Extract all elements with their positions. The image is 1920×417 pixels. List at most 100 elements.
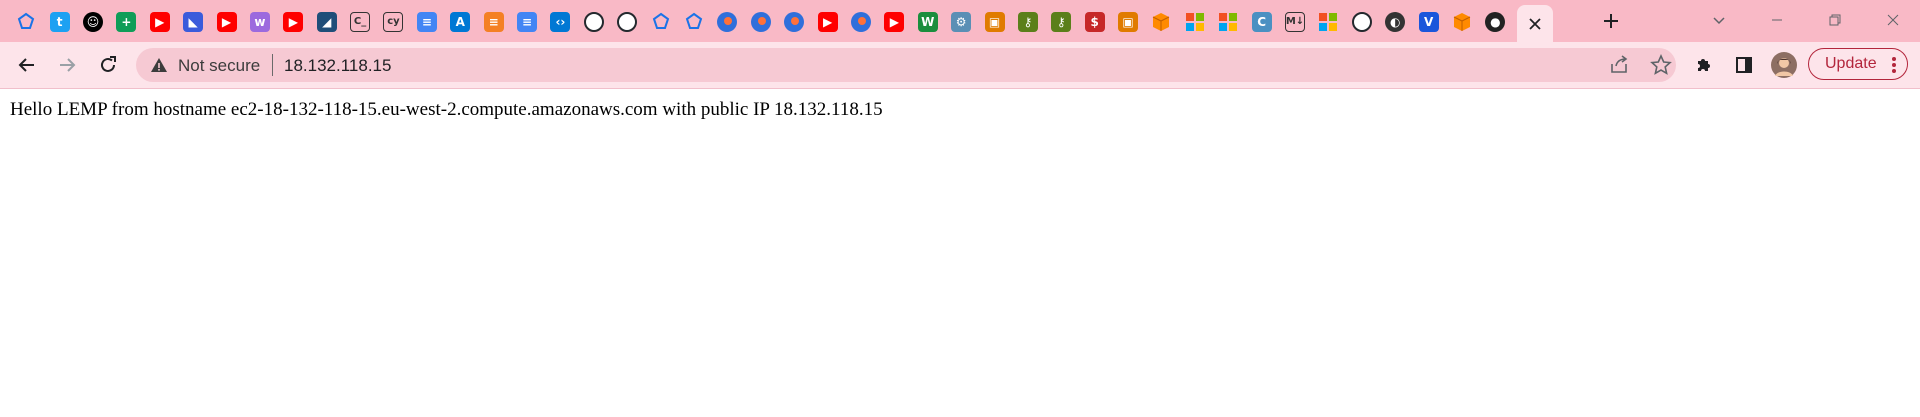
blue-chart-icon: ◣ <box>183 12 204 32</box>
puzzle-piece-icon <box>1698 59 1710 71</box>
browser-tab[interactable]: ▶ <box>277 6 309 38</box>
reload-button[interactable] <box>92 49 124 81</box>
browser-tab[interactable] <box>678 6 710 38</box>
browser-tab[interactable]: ⚙ <box>945 6 977 38</box>
active-tab[interactable] <box>1516 5 1553 43</box>
warning-triangle-icon[interactable] <box>150 56 168 74</box>
tab-search-button[interactable] <box>1690 0 1748 40</box>
browser-tab[interactable]: ▶ <box>144 6 176 38</box>
browser-tab[interactable]: ☺ <box>77 6 109 38</box>
browser-title-bar: t ☺ + ▶ ◣ ▶ w ▶ ◢ C_ cy ≡ A ≡ ≡ ‹› ▶ ▶ W ⚙ ▣ ⚷ ⚷ $ ▣ C M↓ ◐ V ● <box>0 0 1920 43</box>
security-status-label[interactable]: Not secure <box>178 56 260 76</box>
github-icon <box>583 12 604 32</box>
bookmark-star-icon[interactable] <box>1650 54 1672 76</box>
update-button[interactable]: Update <box>1808 48 1908 80</box>
browser-tab[interactable] <box>611 6 643 38</box>
browser-tab[interactable]: ◣ <box>177 6 209 38</box>
browser-tab[interactable]: A <box>444 6 476 38</box>
browser-tab[interactable]: ▶ <box>878 6 910 38</box>
browser-tab[interactable] <box>778 6 810 38</box>
browser-tab[interactable] <box>1346 6 1378 38</box>
browser-tab[interactable]: ≡ <box>511 6 543 38</box>
browser-tab[interactable]: ▣ <box>978 6 1010 38</box>
azure-a-icon: A <box>450 12 471 32</box>
firefox-blue-icon <box>784 12 805 32</box>
browser-tab[interactable]: ◐ <box>1379 6 1411 38</box>
forward-button[interactable] <box>51 49 83 81</box>
browser-tab[interactable]: ◢ <box>311 6 343 38</box>
purple-w-icon: w <box>249 12 270 32</box>
browser-tab[interactable]: ▣ <box>1112 6 1144 38</box>
browser-tab[interactable]: w <box>244 6 276 38</box>
browser-tab[interactable]: cy <box>377 6 409 38</box>
minimize-button[interactable] <box>1748 0 1806 40</box>
browser-tab[interactable] <box>1312 6 1344 38</box>
restore-button[interactable] <box>1806 0 1864 40</box>
microsoft-logo-icon <box>1218 12 1238 32</box>
browser-tab[interactable] <box>1446 6 1478 38</box>
browser-tab[interactable]: + <box>110 6 142 38</box>
new-tab-button[interactable] <box>1596 6 1626 36</box>
orange-squares-icon: ▣ <box>984 12 1005 32</box>
v-blue-icon: V <box>1418 12 1439 32</box>
more-menu-icon <box>1892 57 1896 73</box>
browser-tab[interactable] <box>578 6 610 38</box>
browser-tab[interactable]: ⚷ <box>1012 6 1044 38</box>
key-green-icon: ⚷ <box>1017 12 1038 32</box>
browser-tab[interactable]: t <box>43 6 75 38</box>
browser-tab[interactable]: $ <box>1079 6 1111 38</box>
restore-icon <box>1829 14 1841 26</box>
browser-tab[interactable] <box>644 6 676 38</box>
cy-icon: cy <box>383 12 404 32</box>
browser-tab[interactable] <box>1145 6 1177 38</box>
browser-tab[interactable] <box>1179 6 1211 38</box>
browser-tab[interactable]: ‹› <box>544 6 576 38</box>
browser-tab[interactable]: C <box>1245 6 1277 38</box>
firefox-blue-icon <box>850 12 871 32</box>
browser-tab[interactable]: ▶ <box>210 6 242 38</box>
extensions-button[interactable] <box>1688 49 1720 81</box>
browser-tab[interactable]: M↓ <box>1279 6 1311 38</box>
browser-tab[interactable] <box>1212 6 1244 38</box>
side-panel-button[interactable] <box>1728 49 1760 81</box>
github-icon <box>617 12 638 32</box>
browser-tab[interactable] <box>745 6 777 38</box>
browser-tab[interactable]: ≡ <box>411 6 443 38</box>
url-text[interactable]: 18.132.118.15 <box>284 56 391 76</box>
globe-gear-icon: ⚙ <box>951 12 972 32</box>
browser-tab[interactable] <box>711 6 743 38</box>
close-window-button[interactable] <box>1864 0 1920 40</box>
browser-tab[interactable]: C_ <box>344 6 376 38</box>
firefox-blue-icon <box>717 12 738 32</box>
browser-tab[interactable]: V <box>1412 6 1444 38</box>
share-icon[interactable] <box>1608 54 1630 76</box>
close-tab-icon[interactable] <box>1528 17 1542 31</box>
green-plus-icon: + <box>116 12 137 32</box>
browser-tab[interactable]: W <box>912 6 944 38</box>
smiley-face-icon: ☺ <box>82 12 103 32</box>
profile-avatar-button[interactable] <box>1768 49 1800 81</box>
browser-tab[interactable]: ≡ <box>477 6 509 38</box>
microsoft-logo-icon <box>1185 12 1205 32</box>
orange-cube-icon <box>1452 12 1472 32</box>
browser-tab[interactable]: ▶ <box>811 6 843 38</box>
blue-c-icon: C <box>1251 12 1272 32</box>
red-box-icon: $ <box>1084 12 1105 32</box>
page-body-text: Hello LEMP from hostname ec2-18-132-118-… <box>10 99 883 120</box>
plus-icon <box>1604 14 1618 28</box>
pentagon-logo-icon <box>16 12 36 32</box>
reload-icon <box>101 56 116 72</box>
update-label: Update <box>1825 55 1877 72</box>
azure-sql-icon: ◢ <box>316 12 337 32</box>
browser-tab[interactable] <box>845 6 877 38</box>
youtube-icon: ▶ <box>884 12 905 32</box>
youtube-icon: ▶ <box>283 12 304 32</box>
markdown-icon: M↓ <box>1285 12 1306 32</box>
google-docs-icon: ≡ <box>416 12 437 32</box>
browser-tab[interactable]: ⚷ <box>1045 6 1077 38</box>
browser-tab[interactable]: ● <box>1479 6 1511 38</box>
back-button[interactable] <box>11 49 43 81</box>
address-bar[interactable]: Not secure 18.132.118.15 <box>136 48 1676 82</box>
browser-tab[interactable] <box>10 6 42 38</box>
key-green-icon: ⚷ <box>1051 12 1072 32</box>
